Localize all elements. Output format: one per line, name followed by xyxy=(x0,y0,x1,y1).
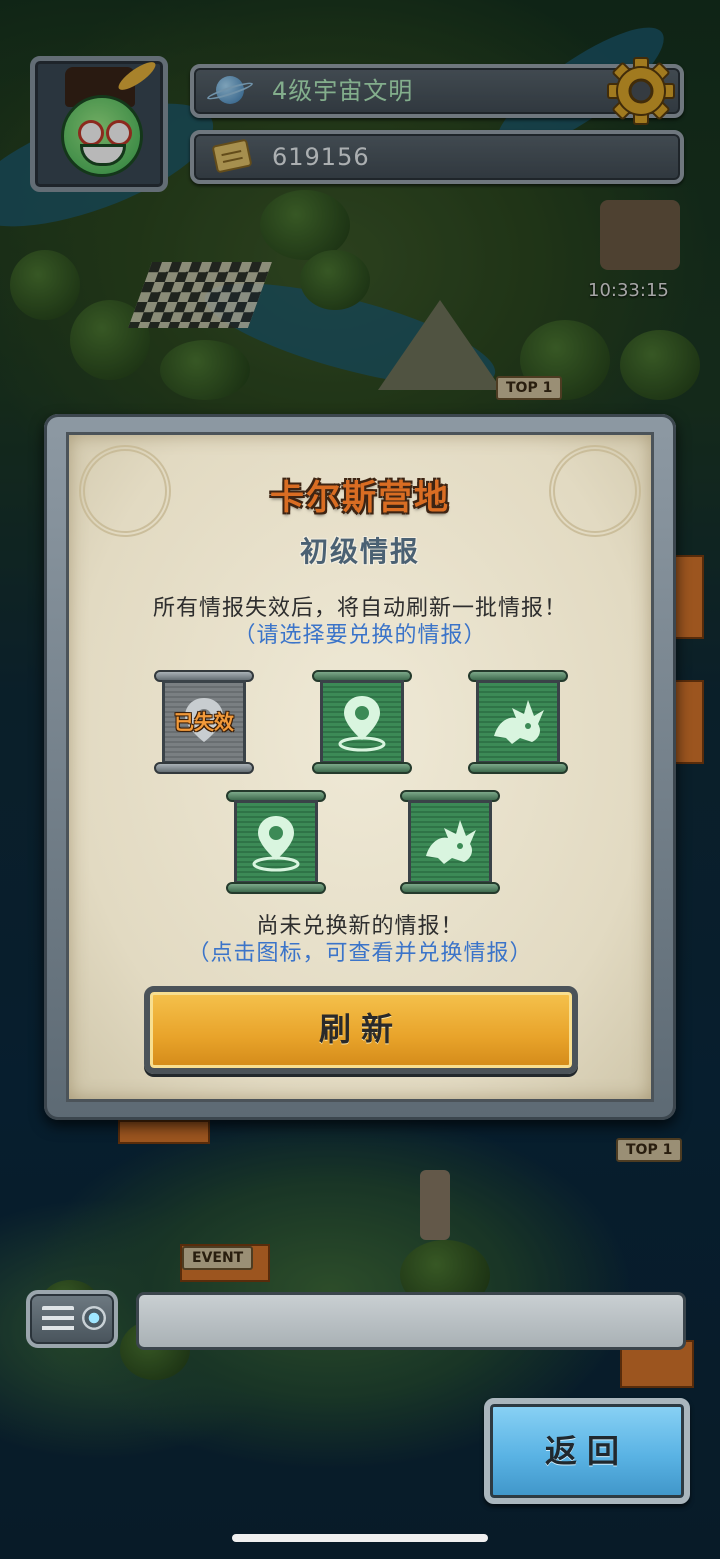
dialog-subtitle: 初级情报 xyxy=(299,535,420,568)
intel-item-4[interactable] xyxy=(226,790,326,894)
chat-message-field[interactable] xyxy=(136,1292,686,1350)
back-button[interactable]: 返回 xyxy=(484,1398,690,1504)
back-button-label: 返回 xyxy=(544,1432,629,1470)
menu-lines-icon xyxy=(42,1306,74,1332)
intel-item-2[interactable] xyxy=(312,670,412,774)
chat-menu-button[interactable] xyxy=(26,1290,118,1348)
radio-dial-icon xyxy=(82,1306,106,1330)
intel-item-3[interactable] xyxy=(468,670,568,774)
location-pin-icon xyxy=(252,816,300,872)
dragon-icon xyxy=(494,700,544,744)
dragon-icon xyxy=(426,820,476,864)
footer-hint: （点击图标，可查看并兑换情报） xyxy=(187,941,533,966)
location-pin-icon xyxy=(338,696,386,752)
refresh-button[interactable]: 刷新 xyxy=(144,986,578,1074)
intel-item-5[interactable] xyxy=(400,790,500,894)
expired-label: 已失效 xyxy=(174,710,234,734)
dialog-title: 卡尔斯营地 xyxy=(270,478,450,518)
home-indicator[interactable] xyxy=(232,1534,488,1542)
dialog-hint: （请选择要兑换的情报） xyxy=(233,623,487,648)
intel-item-1[interactable]: 已失效 xyxy=(154,670,254,774)
refresh-button-label: 刷新 xyxy=(318,1010,403,1048)
